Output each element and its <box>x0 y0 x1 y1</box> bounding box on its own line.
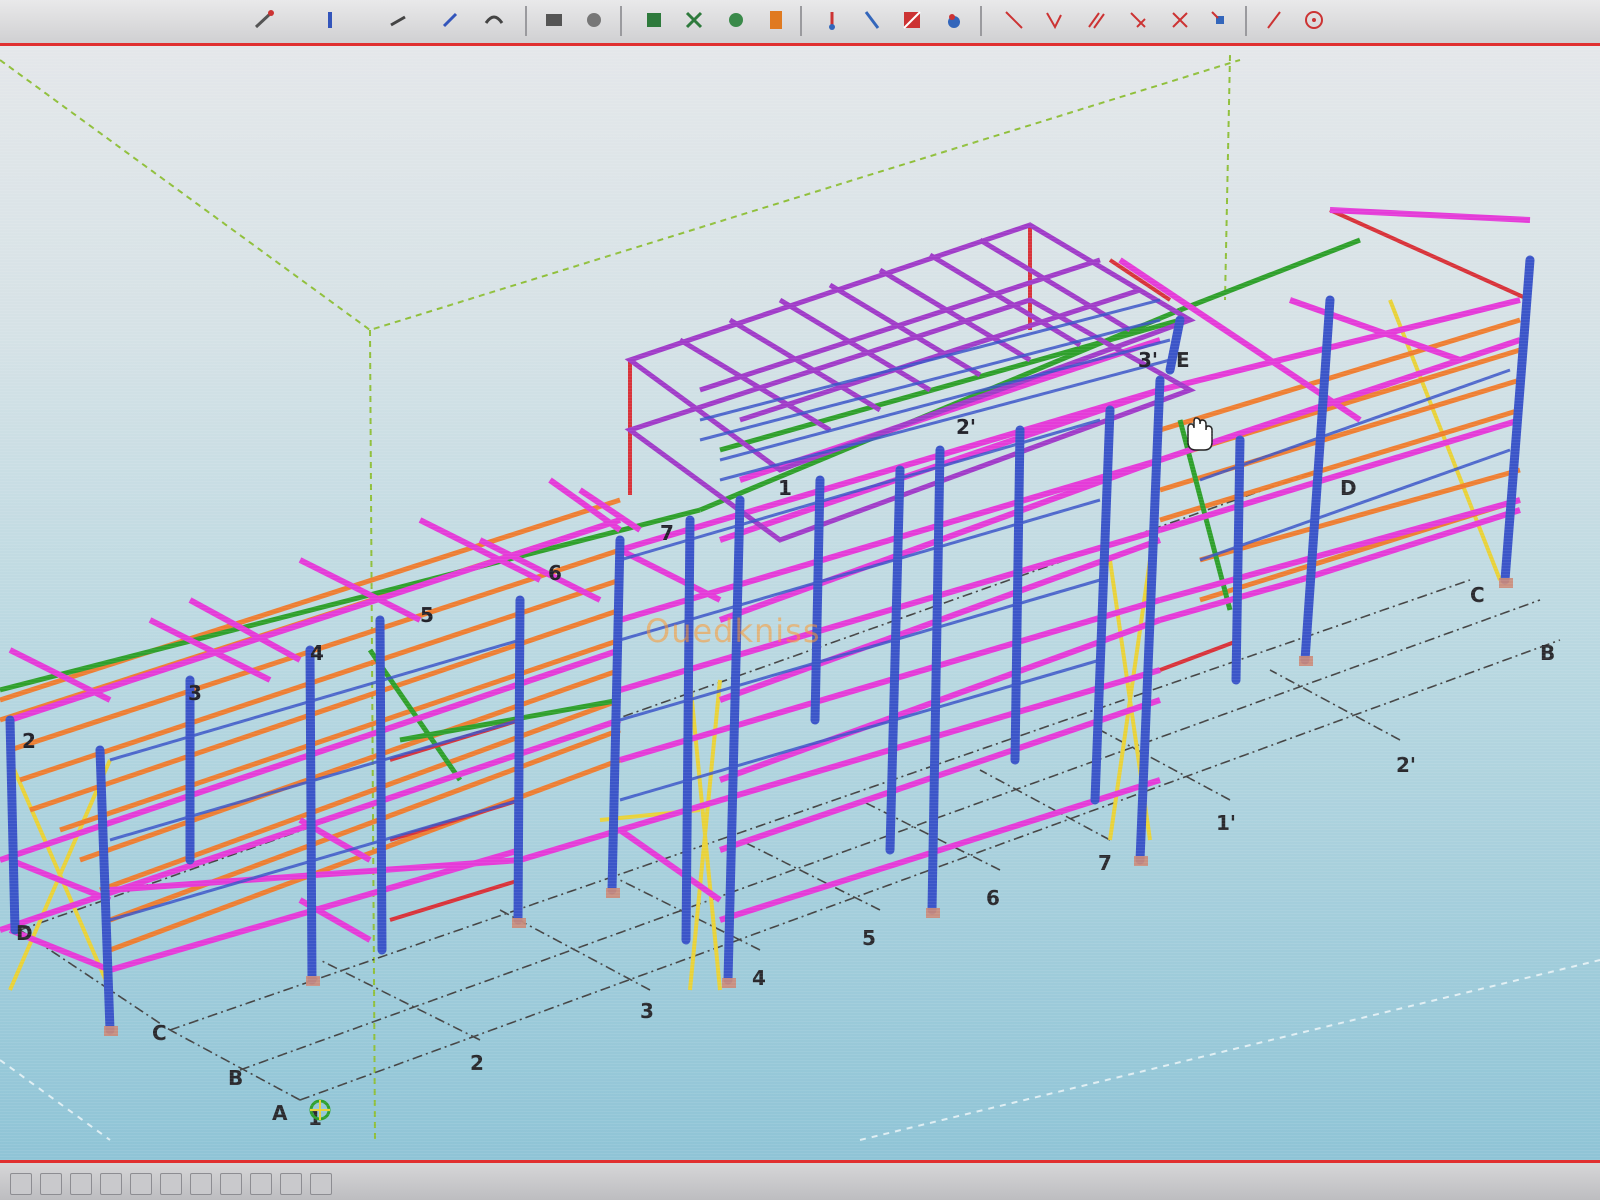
grid-label-2: 2 <box>470 1051 484 1075</box>
select-assembly-icon[interactable] <box>70 1173 92 1195</box>
select-component-icon[interactable] <box>100 1173 122 1195</box>
top-label-3: 3 <box>188 681 202 705</box>
grid-label-6: 6 <box>986 886 1000 910</box>
grid-label-c: C <box>152 1021 167 1045</box>
point-icon[interactable] <box>858 6 886 34</box>
beam-icon[interactable] <box>480 6 508 34</box>
tower-label-1: 1 <box>778 476 792 500</box>
circle-icon[interactable] <box>940 6 968 34</box>
tower-label-2-prime: 2' <box>956 415 976 439</box>
select-view-icon[interactable] <box>280 1173 302 1195</box>
weld-tool-icon[interactable] <box>250 6 278 34</box>
lower-box-outline <box>0 959 1600 1141</box>
main-toolbar <box>0 0 1600 46</box>
rotate-tool-icon[interactable] <box>316 6 344 34</box>
top-label-5: 5 <box>420 603 434 627</box>
watermark: Ouedkniss <box>645 612 821 650</box>
grid-label-2-prime: 2' <box>1396 753 1416 777</box>
grid-label-5: 5 <box>862 926 876 950</box>
tower-label-3-prime: 3' <box>1138 348 1158 372</box>
top-label-2: 2 <box>22 729 36 753</box>
axis-marker-icon <box>309 1099 331 1121</box>
top-label-4: 4 <box>310 641 324 665</box>
measure-icon[interactable] <box>898 6 926 34</box>
perpendicular-tool-icon[interactable] <box>1124 6 1152 34</box>
x-icon[interactable] <box>818 6 846 34</box>
grid-label-c-right: C <box>1470 583 1485 607</box>
magenta-beams-left <box>0 477 642 973</box>
select-point-icon[interactable] <box>220 1173 242 1195</box>
top-label-7: 7 <box>660 521 674 545</box>
top-label-6: 6 <box>548 561 562 585</box>
cross-icon[interactable] <box>762 6 790 34</box>
component-icon[interactable] <box>384 6 412 34</box>
grid-label-d: D <box>16 921 33 945</box>
grid-label-4: 4 <box>752 966 766 990</box>
grid-label-3: 3 <box>640 999 654 1023</box>
grid-label-1-prime: 1' <box>1216 811 1236 835</box>
bottom-toolbar <box>0 1160 1600 1200</box>
column-icon[interactable] <box>436 6 464 34</box>
grid-label-b-right: B <box>1540 641 1555 665</box>
cross-tool-icon[interactable] <box>1166 6 1194 34</box>
parallel-icon[interactable] <box>722 6 750 34</box>
select-bolt-icon[interactable] <box>130 1173 152 1195</box>
grid-label-e-right: E <box>1176 348 1190 372</box>
structural-model: A B C D 1 2 3 4 5 6 7 1' 2' B C D E 2 3 … <box>0 54 1600 1141</box>
ground-grid <box>19 469 1561 1101</box>
grid-label-7: 7 <box>1098 851 1112 875</box>
select-grid-icon[interactable] <box>190 1173 212 1195</box>
select-plane-icon[interactable] <box>250 1173 272 1195</box>
snap-point-icon[interactable] <box>1206 6 1234 34</box>
parallel-tool-icon[interactable] <box>1082 6 1110 34</box>
grid-label-d-right: D <box>1340 476 1357 500</box>
angle-tool-icon[interactable] <box>1040 6 1068 34</box>
measure-line-icon[interactable] <box>1260 6 1288 34</box>
select-weld-icon[interactable] <box>160 1173 182 1195</box>
line-tool-icon[interactable] <box>1000 6 1028 34</box>
model-viewport[interactable]: A B C D 1 2 3 4 5 6 7 1' 2' B C D E 2 3 … <box>0 46 1600 1160</box>
angle-icon[interactable] <box>680 6 708 34</box>
bolt-icon[interactable] <box>580 6 608 34</box>
line-icon[interactable] <box>640 6 668 34</box>
select-filter-icon[interactable] <box>310 1173 332 1195</box>
measure-circle-icon[interactable] <box>1300 6 1328 34</box>
grid-label-a: A <box>272 1101 288 1125</box>
select-part-icon[interactable] <box>40 1173 62 1195</box>
grid-label-b: B <box>228 1066 243 1090</box>
plate-icon[interactable] <box>540 6 568 34</box>
select-all-icon[interactable] <box>10 1173 32 1195</box>
